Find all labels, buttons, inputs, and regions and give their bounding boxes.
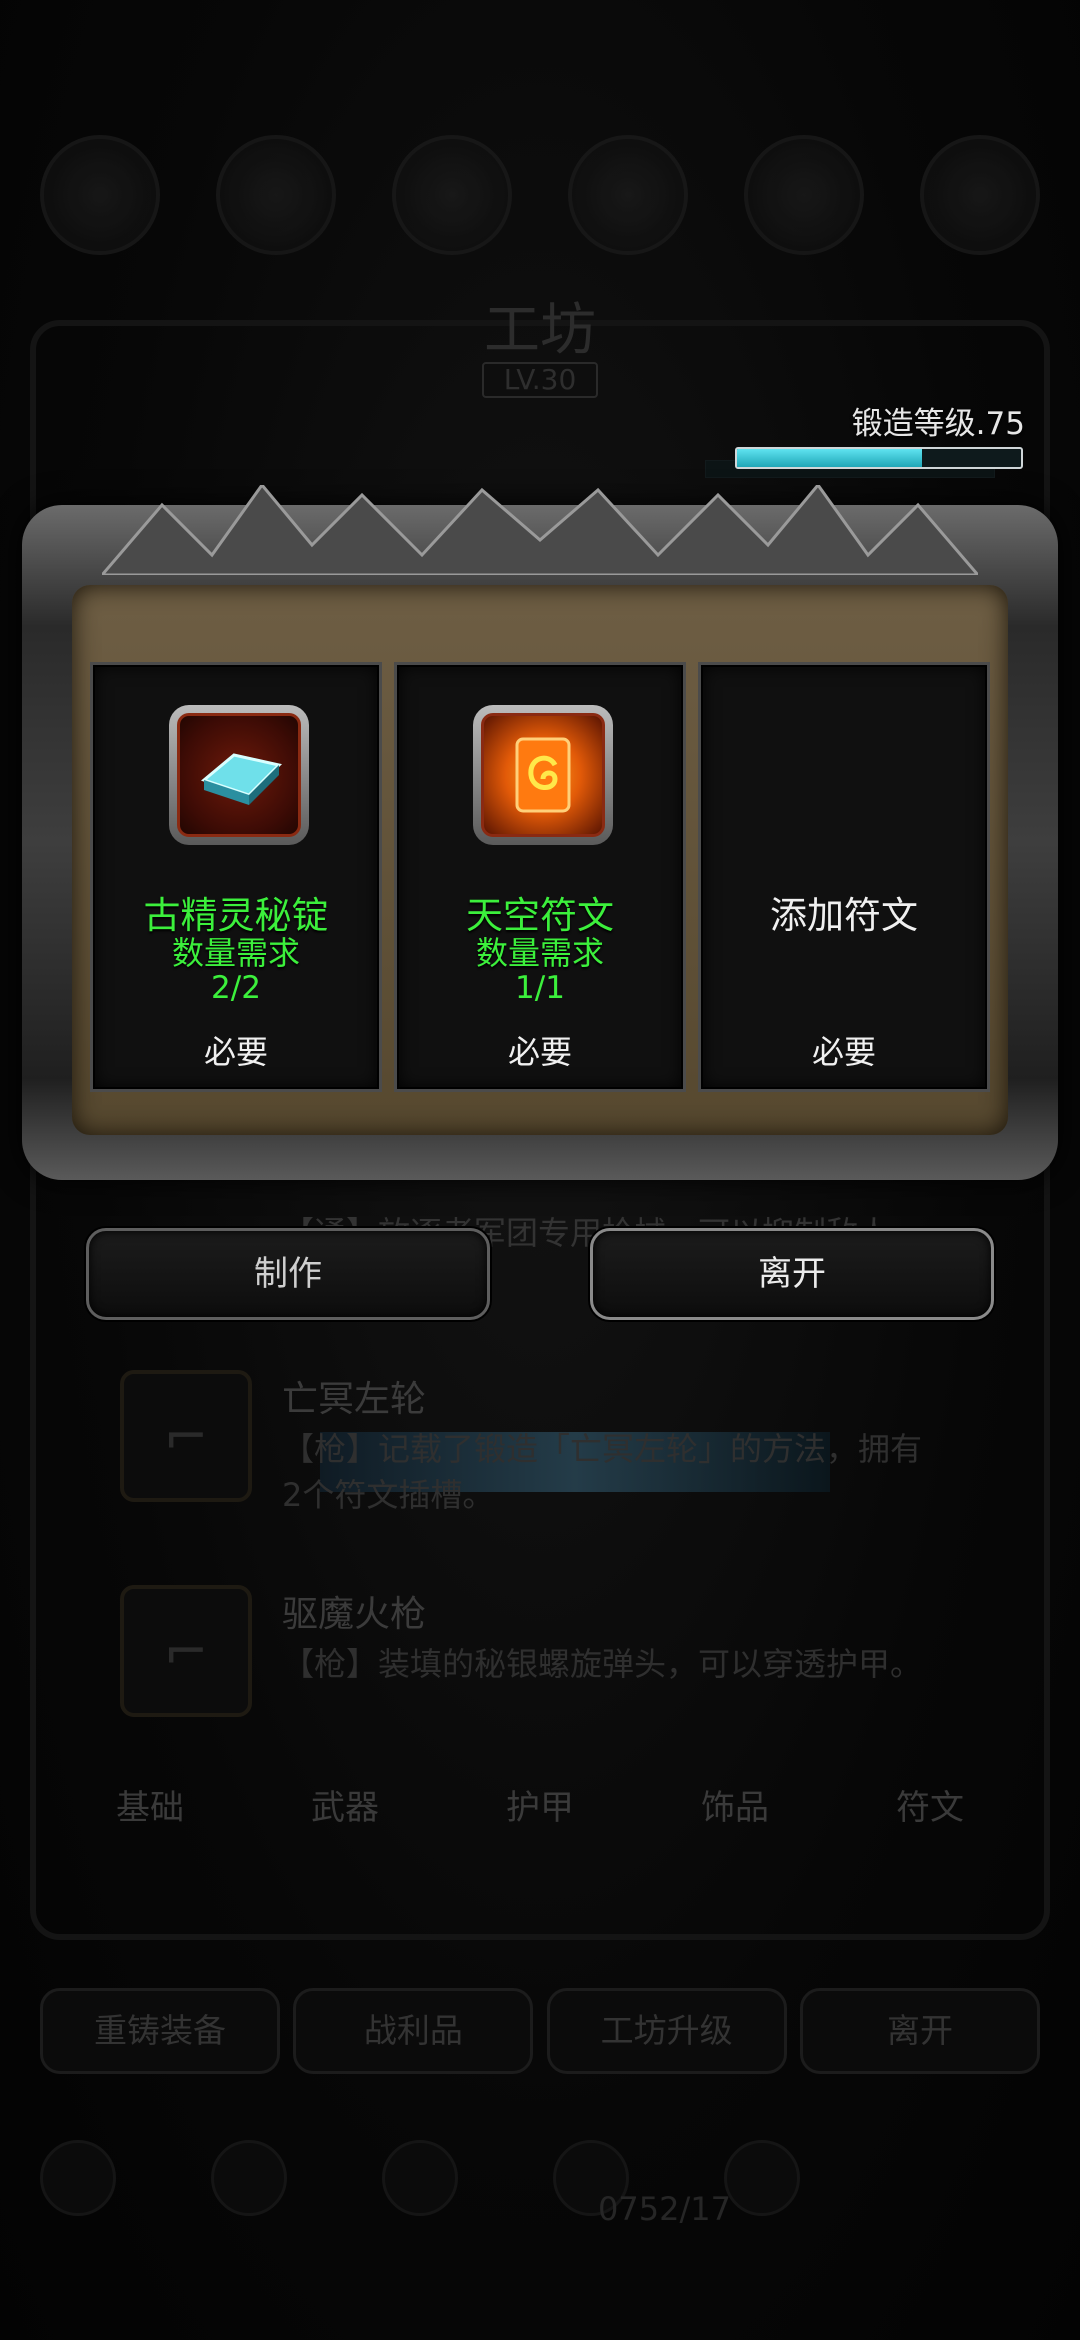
loot-button: 战利品: [293, 1988, 534, 2074]
leave-button[interactable]: 离开: [590, 1228, 994, 1320]
tab-weapon: 武器: [311, 1788, 379, 1828]
bottom-button-row: 重铸装备 战利品 工坊升级 离开: [40, 1988, 1040, 2074]
item-description: 【枪】装填的秘银螺旋弹头，可以穿透护甲。: [282, 1645, 923, 1683]
menu-icon: [40, 2140, 116, 2216]
reforge-button: 重铸装备: [40, 1988, 280, 2074]
page-title: 工坊: [484, 298, 596, 363]
helmet-icon: [40, 135, 160, 255]
chest-icon: [392, 135, 512, 255]
add-rune-slot[interactable]: 添加符文 必要: [698, 662, 990, 1092]
bag-icon: [211, 2140, 287, 2216]
compass-icon: [216, 135, 336, 255]
forge-progress-fill: [737, 449, 922, 467]
leave-workshop-button: 离开: [799, 1988, 1040, 2074]
material-icon-frame: [473, 705, 613, 845]
item-name: 亡冥左轮: [282, 1379, 427, 1420]
workshop-level: LV.30: [482, 362, 598, 398]
tab-accessory: 饰品: [701, 1788, 769, 1828]
ingot-icon: [177, 713, 301, 837]
material-slot[interactable]: 天空符文 数量需求 1/1 必要: [394, 662, 686, 1092]
musket-icon: ⌐: [120, 1585, 252, 1717]
quantity-count: 2/2: [211, 970, 261, 1006]
material-slots: 古精灵秘锭 数量需求 2/2 必要 天空符文 数量需求 1/1 必要 添加符文 …: [90, 662, 990, 1092]
item-name: 驱魔火枪: [282, 1594, 427, 1635]
required-label: 必要: [507, 1033, 572, 1071]
list-item: ⌐ 亡冥左轮 【枪】记载了锻造「亡冥左轮」的方法，拥有2个符文插槽。: [120, 1370, 1000, 1514]
skill-icon: [382, 2140, 458, 2216]
material-icon-frame: [169, 705, 309, 845]
list-item: ⌐ 驱魔火枪 【枪】装填的秘银螺旋弹头，可以穿透护甲。: [120, 1585, 1000, 1725]
dialog-button-row: 制作 离开: [86, 1228, 994, 1320]
revolver-icon: ⌐: [120, 1370, 252, 1502]
required-label: 必要: [811, 1033, 876, 1071]
quest-icon: [724, 2140, 800, 2216]
flask-icon: [568, 135, 688, 255]
item-description: 【枪】记载了锻造「亡冥左轮」的方法，拥有2个符文插槽。: [282, 1430, 923, 1514]
forge-level-label: 锻造等级.75: [851, 406, 1025, 442]
forge-progress-bar: [735, 447, 1023, 469]
gear-icon: [920, 135, 1040, 255]
forge-level: 锻造等级.75: [735, 398, 1025, 469]
tab-armor: 护甲: [506, 1788, 574, 1828]
material-slot[interactable]: 古精灵秘锭 数量需求 2/2 必要: [90, 662, 382, 1092]
quantity-requirement-label: 数量需求: [475, 934, 604, 972]
bottom-counter: 0752/17: [598, 2190, 731, 2228]
top-icon-row: [40, 135, 1040, 275]
frame-spikes-decoration: [102, 485, 978, 575]
tab-rune: 符文: [896, 1788, 964, 1828]
required-label: 必要: [203, 1033, 268, 1071]
quantity-count: 1/1: [515, 970, 565, 1006]
add-rune-label: 添加符文: [770, 894, 918, 937]
tab-basic: 基础: [116, 1788, 184, 1828]
category-tabs: 基础 武器 护甲 饰品 符文: [80, 1780, 1000, 1829]
craft-button[interactable]: 制作: [86, 1228, 490, 1320]
rune-icon: [481, 713, 605, 837]
globe-icon: [744, 135, 864, 255]
quantity-requirement-label: 数量需求: [171, 934, 300, 972]
upgrade-workshop-button: 工坊升级: [546, 1988, 787, 2074]
